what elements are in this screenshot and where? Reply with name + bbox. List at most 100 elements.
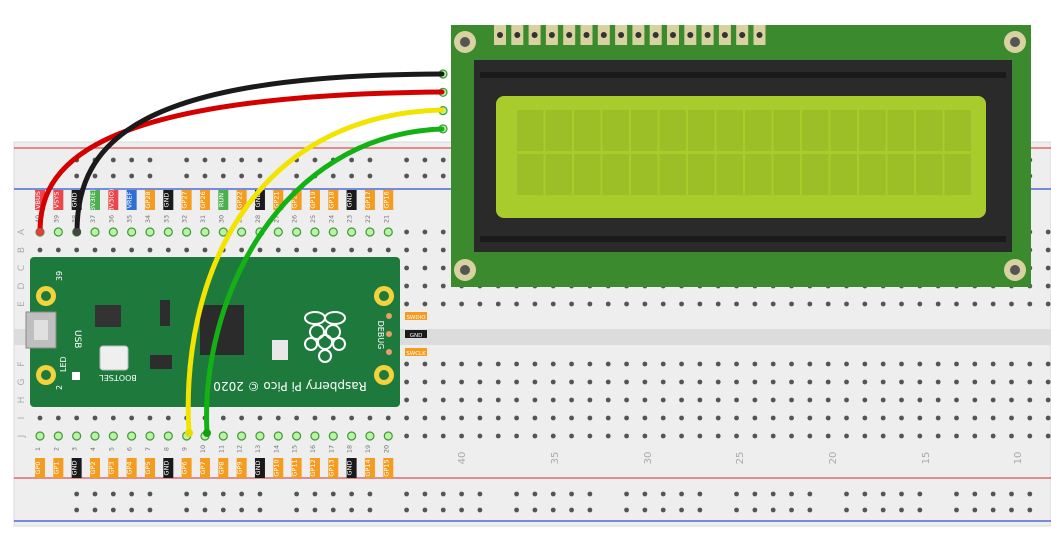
pin-label-gp7: GP7 [199, 461, 207, 474]
breadboard-hole [550, 361, 556, 367]
breadboard-hole [990, 397, 996, 403]
rail-hole [239, 173, 245, 179]
breadboard-hole [697, 397, 703, 403]
pin-label-gp17: GP17 [364, 191, 372, 208]
breadboard-hole [917, 379, 923, 385]
breadboard-hole [440, 265, 446, 271]
breadboard-hole [532, 361, 538, 367]
rail-hole [569, 507, 574, 513]
rail-hole [184, 507, 190, 513]
breadboard-hole [862, 433, 868, 439]
breadboard-hole [697, 379, 703, 385]
breadboard-hole [587, 379, 593, 385]
debug-label: DEBUG [376, 321, 385, 350]
lcd-cell [944, 154, 971, 195]
row-letter: J [17, 435, 27, 439]
breadboard-hole [495, 433, 501, 439]
pin-number: 25 [309, 215, 317, 223]
lcd-cell [659, 110, 686, 151]
breadboard-hole [972, 397, 978, 403]
rail-hole [807, 507, 813, 513]
breadboard-hole [715, 361, 721, 367]
lcd-cell [916, 110, 943, 151]
pin-number: 13 [254, 445, 262, 453]
pico-pin [383, 227, 393, 237]
breadboard-hole [440, 361, 446, 367]
rail-hole [532, 491, 538, 497]
breadboard-hole [37, 247, 43, 253]
rail-hole [990, 507, 996, 513]
rail-hole [679, 491, 684, 497]
breadboard-hole [514, 301, 519, 307]
breadboard-hole [679, 301, 684, 307]
breadboard-hole [1027, 301, 1033, 307]
breadboard-hole [74, 247, 80, 253]
pin-label-gp22: GP22 [236, 191, 244, 208]
breadboard-hole [899, 397, 904, 403]
column-number: 20 [828, 452, 839, 465]
pin-label-gnd: GND [346, 461, 354, 476]
breadboard-hole [385, 247, 391, 253]
breadboard-hole [825, 379, 831, 385]
breadboard-hole [477, 433, 483, 439]
pin-number: 10 [199, 445, 207, 453]
breadboard-hole [257, 415, 263, 421]
rail-hole [129, 157, 135, 163]
breadboard-hole [1045, 433, 1051, 439]
mount-hole-tr-inner [379, 291, 389, 301]
lcd-cell [574, 154, 601, 195]
rail-hole [404, 507, 409, 513]
breadboard-hole [770, 415, 776, 421]
breadboard-hole [642, 361, 648, 367]
debug-pin [386, 349, 392, 355]
lcd-cell [773, 154, 800, 195]
breadboard-hole [954, 301, 959, 307]
pin-number: 30 [217, 215, 225, 223]
rail-hole [404, 491, 409, 497]
pin-number: 12 [236, 445, 244, 453]
breadboard-hole [532, 433, 538, 439]
lcd-cell [688, 110, 715, 151]
pico-pin [365, 227, 375, 237]
breadboard-hole [1027, 361, 1033, 367]
rail-hole [440, 173, 446, 179]
lcd-header-pin [739, 32, 746, 38]
breadboard-hole [1009, 397, 1014, 403]
rail-hole [147, 491, 153, 497]
lcd-bezel-stripe-top [480, 72, 1006, 78]
breadboard-hole [1009, 415, 1014, 421]
rail-hole [880, 507, 886, 513]
pin-label-gp10: GP10 [272, 459, 280, 476]
pin-number: 36 [107, 215, 115, 223]
breadboard-hole [92, 247, 98, 253]
breadboard-hole [935, 397, 941, 403]
rail-hole [642, 507, 648, 513]
pico-pin [292, 227, 302, 237]
breadboard-hole [880, 397, 886, 403]
breadboard-hole [990, 433, 996, 439]
breadboard-hole [275, 247, 281, 253]
row-letter: B [17, 247, 27, 253]
breadboard-hole [1027, 379, 1033, 385]
pico-pin [328, 431, 338, 441]
circuit-diagram: ABCDEFGHIJ 40 35 30 25 20 15 10 Raspberr… [0, 0, 1051, 540]
breadboard-hole [605, 361, 611, 367]
breadboard-hole [679, 379, 684, 385]
breadboard-hole [789, 361, 794, 367]
breadboard-hole [1027, 415, 1033, 421]
breadboard-hole [642, 415, 648, 421]
rail-hole [899, 507, 904, 513]
breadboard-hole [679, 415, 684, 421]
breadboard-hole [440, 301, 446, 307]
breadboard-hole [752, 379, 758, 385]
rail-hole [220, 507, 226, 513]
rail-hole [257, 173, 263, 179]
breadboard-hole [972, 379, 978, 385]
lcd-cell [517, 110, 544, 151]
rail-hole [789, 491, 794, 497]
breadboard-hole [624, 379, 629, 385]
breadboard-hole [990, 301, 996, 307]
led-label: LED [59, 356, 68, 372]
lcd-cell [659, 154, 686, 195]
row-letter: E [17, 301, 27, 307]
